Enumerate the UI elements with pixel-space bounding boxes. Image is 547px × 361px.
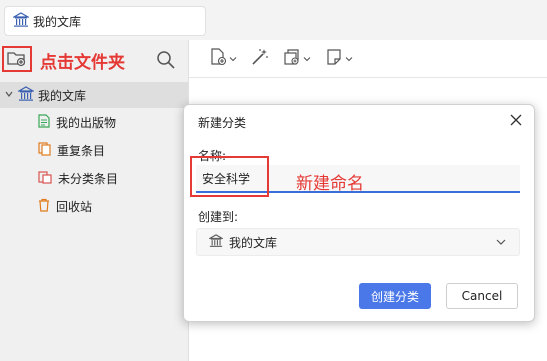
tree-item-unfiled[interactable]: 未分类条目 xyxy=(0,164,188,192)
collection-tree: 我的文库 我的出版物 重复条目 未分类条目 回收站 xyxy=(0,82,188,220)
attach-button[interactable] xyxy=(283,48,311,69)
parent-collection-select[interactable]: 我的文库 xyxy=(196,228,520,256)
tree-item-trash[interactable]: 回收站 xyxy=(0,192,188,220)
new-note-button[interactable] xyxy=(325,48,353,69)
tree-item-label: 重复条目 xyxy=(57,143,106,158)
name-label: 名称: xyxy=(198,149,227,163)
annotation-new-name: 新建命名 xyxy=(296,174,364,194)
new-collection-button[interactable] xyxy=(2,46,32,72)
tree-item-label: 我的出版物 xyxy=(56,115,117,130)
document-green-icon xyxy=(38,113,50,131)
close-icon[interactable] xyxy=(508,112,524,128)
attachment-icon xyxy=(283,48,301,69)
tree-item-duplicates[interactable]: 重复条目 xyxy=(0,136,188,164)
new-item-icon xyxy=(209,48,227,69)
chevron-down-icon xyxy=(229,52,237,66)
duplicate-icon xyxy=(38,141,51,159)
library-icon xyxy=(207,233,225,251)
select-value: 我的文库 xyxy=(229,235,278,250)
note-icon xyxy=(325,48,343,69)
unfiled-icon xyxy=(38,170,52,187)
tree-item-my-library[interactable]: 我的文库 xyxy=(0,82,188,108)
create-collection-button[interactable]: 创建分类 xyxy=(359,283,431,309)
create-in-label: 创建到: xyxy=(198,210,239,224)
new-folder-icon xyxy=(7,49,27,70)
library-icon xyxy=(16,85,36,105)
chevron-down-icon xyxy=(345,52,353,66)
chevron-down-icon[interactable] xyxy=(4,88,14,102)
library-icon xyxy=(11,11,31,31)
library-tab[interactable]: 我的文库 xyxy=(4,6,206,36)
tree-item-label: 未分类条目 xyxy=(58,171,119,186)
cancel-button[interactable]: Cancel xyxy=(446,283,518,309)
search-icon[interactable] xyxy=(156,50,176,70)
sidebar-toolbar: 点击文件夹 xyxy=(0,40,188,78)
tree-item-label: 回收站 xyxy=(56,199,93,214)
magic-wand-icon xyxy=(251,48,269,69)
new-item-button[interactable] xyxy=(209,48,237,69)
tree-item-label: 我的文库 xyxy=(38,88,87,103)
chevron-down-icon xyxy=(303,52,311,66)
new-collection-dialog: 新建分类 名称: 新建命名 创建到: 我的文库 创建分类 Cancel xyxy=(183,104,535,322)
magic-wand-button[interactable] xyxy=(251,48,269,69)
tree-item-my-publications[interactable]: 我的出版物 xyxy=(0,108,188,136)
main-toolbar xyxy=(189,40,547,78)
chevron-down-icon xyxy=(495,236,507,251)
trash-icon xyxy=(38,198,50,215)
dialog-title: 新建分类 xyxy=(198,116,247,130)
annotation-click-folder: 点击文件夹 xyxy=(40,53,125,73)
sidebar: 点击文件夹 我的文库 我的出版物 重复条目 未分类条目 回收站 xyxy=(0,40,188,361)
tab-title: 我的文库 xyxy=(33,14,82,29)
